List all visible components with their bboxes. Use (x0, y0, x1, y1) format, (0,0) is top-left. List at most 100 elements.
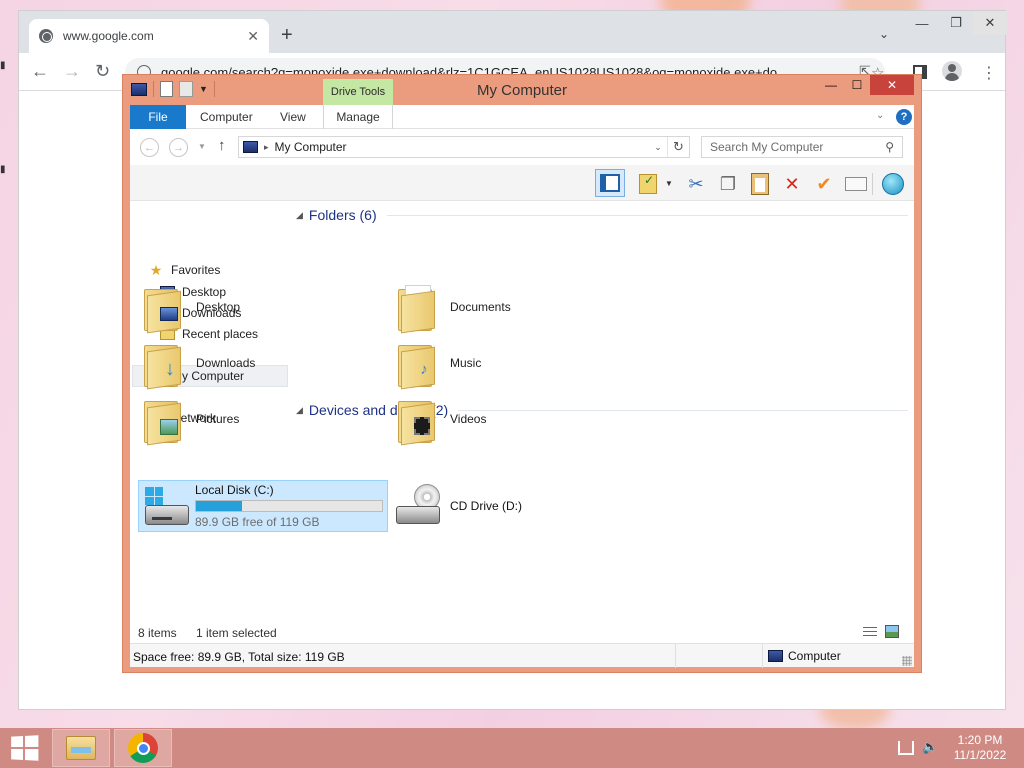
folder-pictures[interactable]: Pictures (144, 395, 239, 446)
menu-icon[interactable]: ⋮ (981, 63, 997, 83)
folder-music[interactable]: ♪ Music (398, 339, 481, 390)
resize-grip-icon[interactable] (902, 656, 912, 666)
preview-pane-button[interactable] (595, 169, 625, 197)
back-button[interactable]: ← (140, 138, 159, 157)
folder-documents[interactable]: Documents (398, 283, 511, 334)
new-tab-button[interactable]: + (281, 25, 293, 45)
drive-tools-context-tab: Drive Tools (323, 79, 393, 105)
computer-icon (243, 141, 258, 153)
desktop-icon-fragment[interactable]: ▮ (0, 164, 6, 175)
network-button[interactable] (880, 171, 906, 197)
folder-label: Documents (450, 300, 511, 314)
navigation-row: ← → ▼ ↑ ▸ My Computer ⌄ ↻ Search My Comp… (130, 129, 914, 165)
browser-close-button[interactable]: ✕ (973, 11, 1007, 35)
forward-icon[interactable]: → (63, 62, 81, 80)
tab-close-icon[interactable]: ✕ (247, 28, 259, 45)
properties-icon[interactable] (160, 81, 173, 97)
clock-date: 11/1/2022 (953, 748, 1007, 762)
search-icon[interactable]: ⚲ (885, 140, 894, 154)
desktop-icon-fragment[interactable]: ▮ (0, 60, 6, 71)
preview-pane-icon (600, 174, 620, 192)
taskbar-file-explorer[interactable] (52, 729, 110, 767)
location-info: Computer (768, 649, 841, 663)
space-info: Space free: 89.9 GB, Total size: 119 GB (133, 650, 345, 664)
customize-qat-chevron-icon[interactable]: ▼ (199, 84, 208, 94)
tab-title: www.google.com (63, 29, 154, 43)
folder-label: Desktop (196, 300, 241, 314)
drive-cd-d[interactable]: CD Drive (D:) (396, 484, 522, 528)
divider (213, 81, 215, 97)
tab-manage[interactable]: Manage (323, 105, 393, 129)
reload-icon[interactable]: ↻ (95, 62, 110, 80)
downloads-folder-icon: ↓ (144, 339, 184, 390)
tab-file[interactable]: File (130, 105, 186, 129)
back-icon[interactable]: ← (31, 62, 49, 80)
drive-name: CD Drive (D:) (450, 499, 522, 513)
breadcrumb-separator-icon[interactable]: ▸ (264, 142, 269, 153)
folder-videos[interactable]: Videos (398, 395, 486, 446)
devices-group-header[interactable]: ◢ Devices and drives (2) (296, 402, 908, 418)
explorer-body: ← → ▼ ↑ ▸ My Computer ⌄ ↻ Search My Comp… (130, 129, 914, 668)
folder-downloads[interactable]: ↓ Downloads (144, 339, 255, 390)
copy-icon[interactable]: ❐ (715, 171, 741, 197)
browser-minimize-button[interactable]: — (905, 11, 939, 35)
refresh-icon[interactable]: ↻ (667, 137, 689, 157)
pictures-folder-icon (144, 395, 184, 446)
breadcrumb[interactable]: My Computer (275, 140, 649, 154)
close-button[interactable]: ✕ (870, 75, 914, 95)
drive-local-disk-c[interactable]: Local Disk (C:) 89.9 GB free of 119 GB (138, 480, 388, 532)
cd-drive-icon (396, 484, 444, 528)
large-icons-view-icon[interactable] (885, 625, 899, 638)
properties-dropdown-icon[interactable]: ▼ (665, 179, 673, 188)
quick-access-toolbar: ▼ (131, 81, 215, 97)
search-placeholder[interactable]: Search My Computer (710, 140, 885, 154)
explorer-title-bar[interactable]: ▼ Drive Tools My Computer — ☐ ✕ (123, 75, 921, 105)
sidebar-item-favorites[interactable]: ★ Favorites (148, 261, 221, 279)
search-input[interactable]: Search My Computer ⚲ (701, 136, 903, 158)
browser-tab[interactable]: www.google.com ✕ (29, 19, 269, 53)
divider (386, 214, 908, 216)
ribbon-collapse-icon[interactable]: ⌄ (876, 110, 884, 121)
up-arrow-icon[interactable]: ↑ (218, 137, 226, 154)
folder-desktop[interactable]: Desktop (144, 283, 241, 334)
recent-locations-chevron-icon[interactable]: ▼ (198, 142, 206, 151)
drive-name: Local Disk (C:) (195, 483, 274, 497)
network-tray-icon[interactable] (898, 741, 914, 755)
properties-button[interactable] (635, 171, 661, 197)
minimize-button[interactable]: — (818, 75, 844, 95)
maximize-button[interactable]: ☐ (844, 75, 870, 95)
cut-icon[interactable]: ✂ (683, 171, 709, 197)
globe-icon (39, 29, 53, 43)
collapse-triangle-icon[interactable]: ◢ (296, 405, 303, 416)
chrome-icon (128, 733, 158, 763)
address-field[interactable]: ▸ My Computer ⌄ ↻ (238, 136, 690, 158)
forward-button[interactable]: → (169, 138, 188, 157)
volume-icon[interactable]: 🔈 (922, 739, 938, 755)
browser-maximize-button[interactable]: ❐ (939, 11, 973, 35)
checkmark-icon[interactable]: ✔ (811, 171, 837, 197)
details-view-icon[interactable] (863, 626, 879, 638)
collapse-triangle-icon[interactable]: ◢ (296, 210, 303, 221)
start-button[interactable] (11, 735, 39, 761)
new-folder-icon[interactable] (179, 81, 193, 97)
profile-icon[interactable] (942, 61, 962, 81)
taskbar: 🔈 1:20 PM 11/1/2022 (0, 728, 1024, 768)
clock-time: 1:20 PM (957, 733, 1003, 747)
tab-view[interactable]: View (280, 105, 306, 129)
paste-button[interactable] (747, 171, 773, 197)
ribbon-tabs: File Computer View Manage ⌄ ? (130, 105, 914, 129)
divider (762, 644, 763, 668)
rename-button[interactable] (843, 171, 869, 197)
taskbar-chrome[interactable] (114, 729, 172, 767)
help-icon[interactable]: ? (896, 109, 912, 125)
tab-search-chevron-icon[interactable]: ⌄ (879, 27, 889, 41)
address-dropdown-icon[interactable]: ⌄ (649, 142, 667, 153)
command-toolbar: ▼ ✂ ❐ ✕ ✔ (130, 165, 914, 201)
delete-icon[interactable]: ✕ (779, 171, 805, 197)
browser-tab-strip: www.google.com ✕ + ⌄ — ❐ ✕ (19, 11, 1007, 53)
computer-icon (768, 650, 783, 662)
clock[interactable]: 1:20 PM 11/1/2022 (946, 733, 1014, 763)
tab-computer[interactable]: Computer (200, 105, 253, 129)
folders-group-header[interactable]: ◢ Folders (6) (296, 207, 908, 223)
computer-icon (131, 82, 147, 96)
